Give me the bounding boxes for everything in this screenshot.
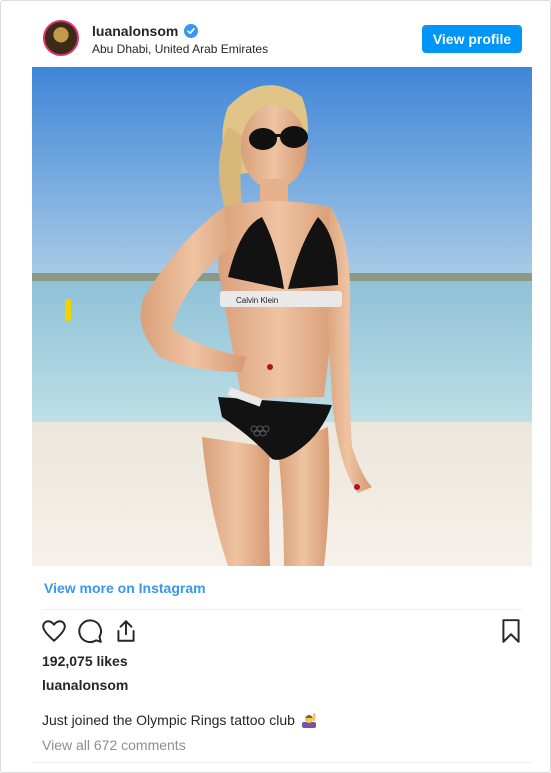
post-photo[interactable]: Calvin Klein <box>32 67 532 566</box>
caption: Just joined the Olympic Rings tattoo clu… <box>42 712 317 728</box>
username-row: luanalonsom <box>92 23 199 39</box>
brand-label-top: Calvin Klein <box>236 296 278 305</box>
divider <box>42 609 522 610</box>
caption-username[interactable]: luanalonsom <box>42 677 128 693</box>
username[interactable]: luanalonsom <box>92 23 178 39</box>
likes-count[interactable]: 192,075 likes <box>42 653 128 669</box>
bookmark-icon[interactable] <box>498 618 526 646</box>
location[interactable]: Abu Dhabi, United Arab Emirates <box>92 42 268 56</box>
comment-icon[interactable] <box>77 618 105 646</box>
view-all-comments-link[interactable]: View all 672 comments <box>42 737 186 753</box>
post-header: luanalonsom Abu Dhabi, United Arab Emira… <box>1 1 550 67</box>
view-profile-button[interactable]: View profile <box>422 25 522 53</box>
bottom-divider <box>32 762 532 763</box>
instagram-embed: luanalonsom Abu Dhabi, United Arab Emira… <box>0 0 551 773</box>
caption-text: Just joined the Olympic Rings tattoo clu… <box>42 712 295 728</box>
verified-badge-icon <box>184 24 199 38</box>
action-bar <box>41 618 523 646</box>
avatar[interactable] <box>43 20 79 56</box>
heart-icon[interactable] <box>41 618 69 646</box>
view-more-on-instagram-link[interactable]: View more on Instagram <box>44 580 206 596</box>
share-icon[interactable] <box>113 618 141 646</box>
woman-raising-hand-emoji-icon <box>301 712 317 728</box>
